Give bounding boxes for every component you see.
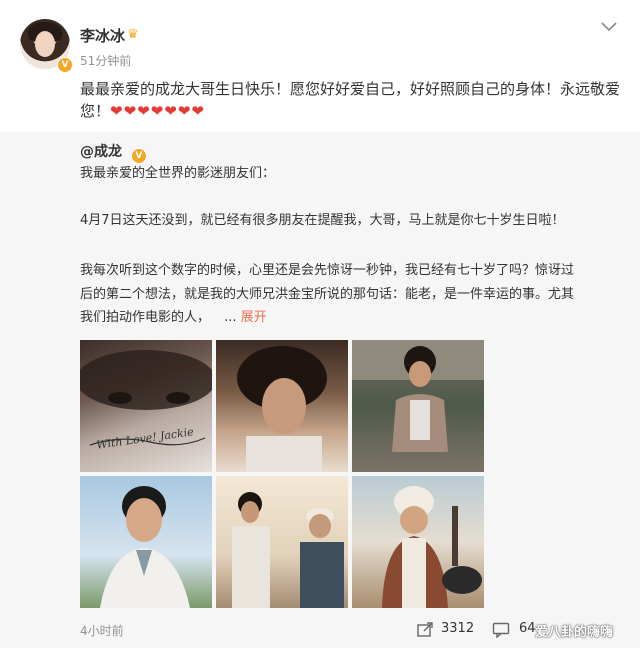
photo-6-art bbox=[382, 486, 482, 608]
photo-4[interactable] bbox=[80, 476, 212, 608]
photo-5[interactable] bbox=[216, 476, 348, 608]
repost-line-3: 我每次听到这个数字的时候，心里还是会先惊讶一秒钟，我已经有七十岁了吗？惊讶过 bbox=[80, 263, 575, 278]
footer-time: 4小时前 bbox=[80, 624, 124, 638]
ellipsis: ... bbox=[224, 310, 237, 325]
repost-line-5-text: 我们拍动作电影的人， bbox=[80, 310, 211, 325]
photo-3-art bbox=[352, 340, 484, 452]
avatar-face bbox=[35, 31, 55, 57]
photo-5-art bbox=[232, 492, 344, 608]
photo-6[interactable] bbox=[352, 476, 484, 608]
verified-badge-icon: V bbox=[57, 57, 73, 73]
repost-count[interactable]: 3312 bbox=[441, 621, 474, 636]
photo-3[interactable] bbox=[352, 340, 484, 472]
repost-author-name[interactable]: @成龙 bbox=[80, 144, 122, 160]
photo-1[interactable]: With Love! Jackie bbox=[80, 340, 212, 472]
repost-line-1: 我最亲爱的全世界的影迷朋友们： bbox=[80, 166, 276, 181]
expand-link[interactable]: 展开 bbox=[241, 310, 267, 325]
post-time[interactable]: 51分钟前 bbox=[80, 52, 131, 69]
post-header: V 李冰冰 ♛ 51分钟前 bbox=[0, 0, 640, 80]
post-footer: 4小时前 3312 64 爱八卦的嗨嗨 bbox=[0, 612, 640, 648]
comment-icon[interactable] bbox=[492, 622, 510, 638]
post-text: 最最亲爱的成龙大哥生日快乐！愿您好好爱自己，好好照顾自己的身体！永远敬爱您！❤❤… bbox=[80, 78, 628, 122]
watermark: 爱八卦的嗨嗨 bbox=[535, 625, 614, 640]
photo-2-art bbox=[237, 346, 327, 472]
photo-2[interactable] bbox=[216, 340, 348, 472]
comment-count[interactable]: 64 bbox=[519, 621, 536, 636]
repost-icon[interactable] bbox=[416, 622, 434, 638]
repost-line-5: 我们拍动作电影的人， ... 展开 bbox=[80, 306, 628, 329]
repost-line-4: 后的第二个想法，就是我的大师兄洪金宝所说的那句话：能老，是一件幸运的事。尤其 bbox=[80, 287, 575, 302]
repost-author[interactable]: @成龙 V bbox=[80, 141, 147, 164]
author-name[interactable]: 李冰冰 bbox=[80, 25, 125, 46]
repost-line-2: 4月7日这天还没到，就已经有很多朋友在提醒我，大哥，马上就是你七十岁生日啦！ bbox=[80, 213, 565, 228]
photo-1-art bbox=[80, 350, 212, 446]
hearts-emoji: ❤❤❤❤❤❤❤ bbox=[110, 102, 205, 120]
chevron-down-icon[interactable] bbox=[600, 20, 618, 34]
photo-4-art bbox=[100, 486, 190, 608]
crown-icon: ♛ bbox=[127, 27, 139, 42]
